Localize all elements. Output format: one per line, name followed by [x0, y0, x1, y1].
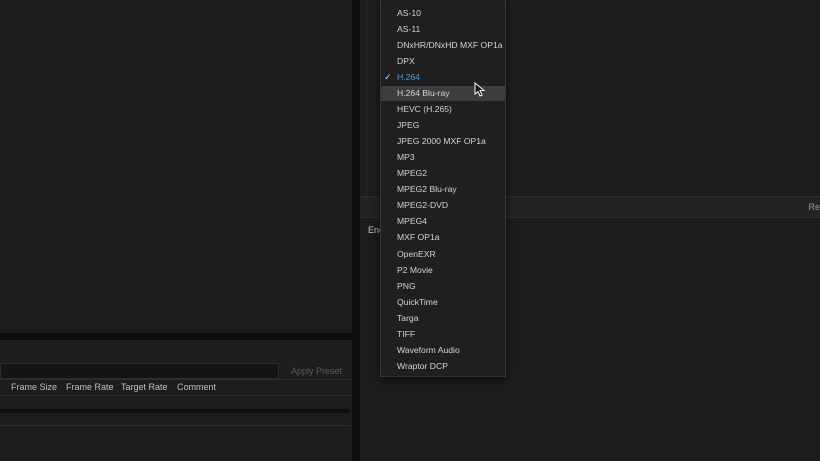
menu-item-mxf-op1a[interactable]: MXF OP1a [381, 230, 505, 245]
column-header-comment[interactable]: Comment [177, 382, 216, 392]
menu-item-h264-bluray[interactable]: H.264 Blu-ray [381, 86, 505, 101]
menu-item-dnxhr[interactable]: DNxHR/DNxHD MXF OP1a [381, 38, 505, 53]
menu-item-quicktime[interactable]: QuickTime [381, 295, 505, 310]
queue-panel [0, 340, 352, 461]
mouse-cursor-icon [474, 82, 486, 97]
menu-item-jpeg[interactable]: JPEG [381, 118, 505, 133]
menu-item-as-11[interactable]: AS-11 [381, 22, 505, 37]
panel-divider-vertical[interactable] [352, 0, 360, 461]
format-dropdown-menu: AS-10 AS-11 DNxHR/DNxHD MXF OP1a DPX ✓ H… [380, 0, 506, 377]
apply-preset-button[interactable]: Apply Preset [285, 363, 348, 378]
panel-divider-horizontal[interactable] [0, 333, 352, 340]
queue-row-separator [0, 409, 350, 413]
output-toolbar-label[interactable]: Re [808, 202, 820, 212]
queue-header-bottom-line [0, 395, 350, 396]
menu-item-dpx[interactable]: DPX [381, 54, 505, 69]
menu-item-png[interactable]: PNG [381, 279, 505, 294]
queue-row-line [0, 425, 350, 426]
menu-item-p2-movie[interactable]: P2 Movie [381, 263, 505, 278]
menu-item-mpeg4[interactable]: MPEG4 [381, 214, 505, 229]
menu-item-as-10[interactable]: AS-10 [381, 6, 505, 21]
column-header-frame-size[interactable]: Frame Size [11, 382, 57, 392]
menu-item-h264[interactable]: ✓ H.264 [381, 70, 505, 85]
source-preview-panel [0, 0, 352, 333]
menu-item-wraptor-dcp[interactable]: Wraptor DCP [381, 359, 505, 374]
menu-item-mp3[interactable]: MP3 [381, 150, 505, 165]
menu-item-jpeg2000[interactable]: JPEG 2000 MXF OP1a [381, 134, 505, 149]
menu-item-targa[interactable]: Targa [381, 311, 505, 326]
menu-item-waveform-audio[interactable]: Waveform Audio [381, 343, 505, 358]
queue-header-top-line [0, 379, 350, 380]
checkmark-icon: ✓ [384, 72, 392, 82]
preset-name-field[interactable] [0, 363, 279, 379]
menu-item-mpeg2[interactable]: MPEG2 [381, 166, 505, 181]
menu-item-openexr[interactable]: OpenEXR [381, 247, 505, 262]
menu-item-tiff[interactable]: TIFF [381, 327, 505, 342]
column-header-target-rate[interactable]: Target Rate [121, 382, 168, 392]
menu-item-hevc[interactable]: HEVC (H.265) [381, 102, 505, 117]
menu-item-mpeg2-dvd[interactable]: MPEG2-DVD [381, 198, 505, 213]
column-header-frame-rate[interactable]: Frame Rate [66, 382, 114, 392]
menu-item-mpeg2-bluray[interactable]: MPEG2 Blu-ray [381, 182, 505, 197]
